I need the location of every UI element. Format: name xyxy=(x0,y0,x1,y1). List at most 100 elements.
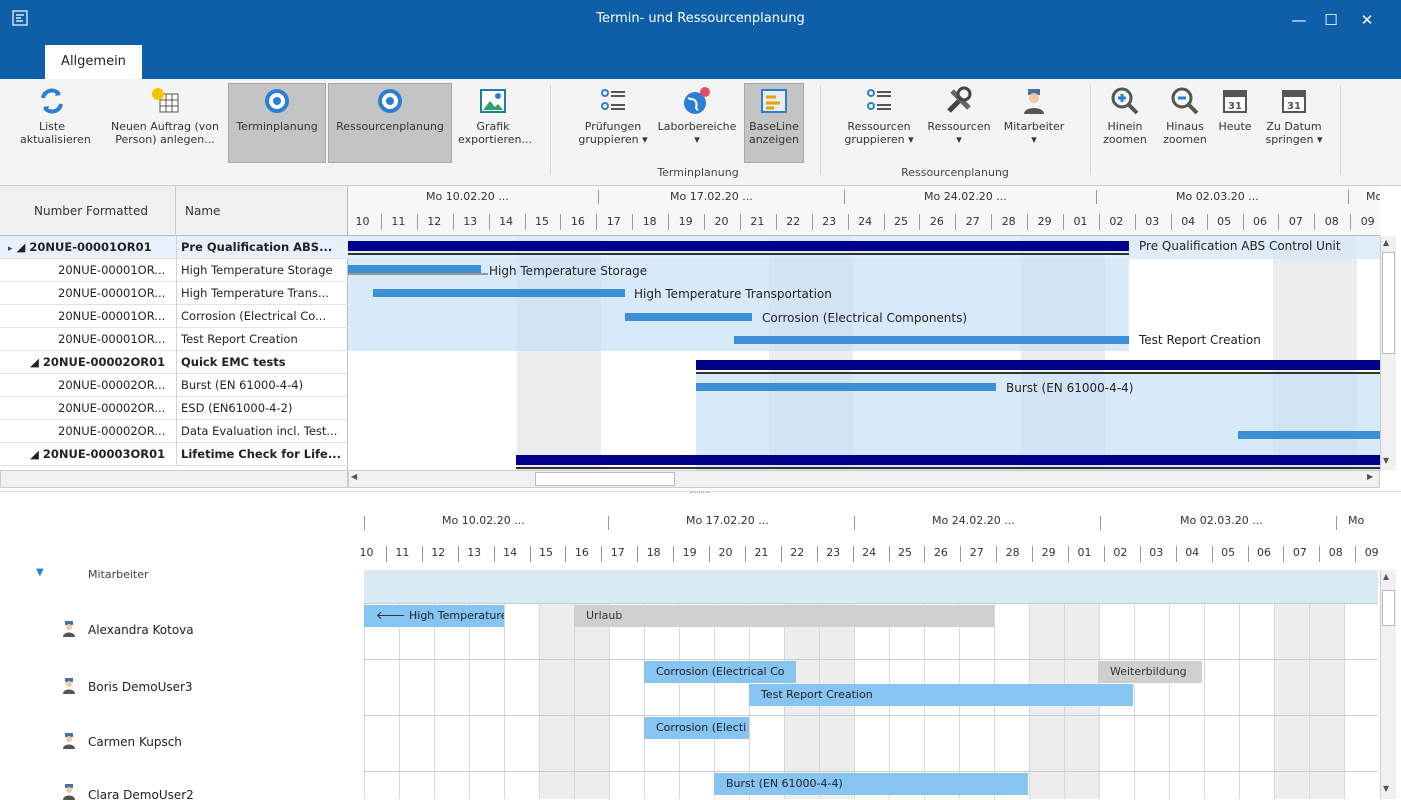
jump-to-date-dropdown[interactable]: 31 Zu Datum springen ▾ xyxy=(1258,84,1330,158)
resources-dropdown[interactable]: Ressourcen ▾ xyxy=(922,84,996,158)
summary-bar[interactable] xyxy=(696,360,1380,370)
day-label: 03 xyxy=(1145,215,1160,228)
table-row[interactable]: ◢ 20NUE-00002OR01 Quick EMC tests xyxy=(0,351,348,374)
table-row[interactable]: 20NUE-00002OR... Burst (EN 61000-4-4) xyxy=(0,374,348,397)
day-label: 12 xyxy=(427,215,442,228)
task-bar[interactable] xyxy=(625,313,752,321)
scroll-left-icon[interactable]: ◀ xyxy=(351,472,357,481)
task-bar[interactable] xyxy=(348,265,481,273)
splitter-grip[interactable] xyxy=(690,492,710,494)
absence-bar[interactable]: Weiterbildung xyxy=(1098,661,1202,683)
resource-booking-bar[interactable]: Corrosion (Electi xyxy=(644,717,749,739)
zoom-in-button[interactable]: Hinein zoomen xyxy=(1100,84,1150,158)
day-label: 20 xyxy=(718,546,733,559)
table-row[interactable]: 20NUE-00001OR... Corrosion (Electrical Co… xyxy=(0,305,348,328)
day-label: 15 xyxy=(535,215,549,228)
day-gridline xyxy=(504,603,505,799)
summary-bar[interactable] xyxy=(348,241,1129,251)
task-bar[interactable] xyxy=(1238,431,1380,439)
new-order-button[interactable]: Neuen Auftrag (von Person) anlegen... xyxy=(104,84,226,158)
table-row[interactable]: ◢ 20NUE-00003OR01 Lifetime Check for Life… xyxy=(0,443,348,466)
day-label: 24 xyxy=(858,215,873,228)
resource-booking-bar[interactable]: 🡐 High Temperature xyxy=(364,605,504,627)
collapse-group-icon[interactable]: ▼ xyxy=(36,567,44,578)
day-separator xyxy=(1139,546,1141,562)
task-label: Burst (EN 61000-4-4) xyxy=(1006,381,1134,395)
today-button[interactable]: 31 Heute xyxy=(1214,84,1256,158)
row-number: 20NUE-00002OR... xyxy=(0,397,177,420)
week-label: Mo 02.03.20 ... xyxy=(1176,190,1259,203)
person-icon xyxy=(63,784,75,800)
task-bar[interactable] xyxy=(734,336,1129,344)
resource-name[interactable]: Carmen Kupsch xyxy=(88,735,182,749)
day-gridline xyxy=(1169,603,1170,799)
scroll-up-icon[interactable]: ▲ xyxy=(1383,238,1389,247)
toggle-terminplanung-button[interactable]: Terminplanung xyxy=(228,83,326,163)
week-separator xyxy=(1096,190,1097,204)
vertical-scrollbar[interactable]: ▲ ▼ xyxy=(1380,236,1396,470)
day-label: 11 xyxy=(391,215,406,228)
row-number: 20NUE-00001OR... xyxy=(0,305,177,328)
resource-booking-bar[interactable]: Corrosion (Electrical Co xyxy=(644,661,796,683)
gantt-chart: Pre Qualification ABS Control Unit High … xyxy=(348,236,1380,470)
scroll-up-icon[interactable]: ▲ xyxy=(1383,572,1389,581)
row-divider xyxy=(364,659,1378,660)
day-label: 05 xyxy=(1217,215,1232,228)
close-button[interactable]: ✕ xyxy=(1352,8,1382,32)
day-separator xyxy=(1283,546,1285,562)
scrollbar-thumb[interactable] xyxy=(1382,252,1395,354)
horizontal-scrollbar[interactable]: ◀ ▶ xyxy=(348,470,1380,488)
scrollbar-thumb[interactable] xyxy=(535,472,675,486)
day-label: 26 xyxy=(929,215,944,228)
refresh-list-button[interactable]: Liste aktualisieren xyxy=(20,84,91,158)
day-separator xyxy=(883,214,885,230)
task-bar[interactable] xyxy=(373,289,625,297)
resource-name[interactable]: Alexandra Kotova xyxy=(88,623,194,637)
table-row[interactable]: 20NUE-00002OR... Data Evaluation incl. Te… xyxy=(0,420,348,443)
task-bar[interactable] xyxy=(696,383,996,391)
resource-name[interactable]: Boris DemoUser3 xyxy=(88,680,193,694)
lab-areas-dropdown[interactable]: Laborbereiche ▾ xyxy=(652,84,742,158)
day-gridline xyxy=(539,603,540,799)
task-label: Pre Qualification ABS Control Unit xyxy=(1139,239,1341,253)
day-separator xyxy=(385,546,387,562)
resource-name[interactable]: Clara DemoUser2 xyxy=(88,788,194,799)
maximize-button[interactable]: ☐ xyxy=(1316,8,1346,32)
toggle-baseline-button[interactable]: BaseLine anzeigen xyxy=(744,83,804,163)
export-graphic-label: Grafik exportieren... xyxy=(458,120,532,146)
vertical-scrollbar[interactable]: ▲ ▼ xyxy=(1380,570,1396,799)
table-row[interactable]: 20NUE-00001OR... High Temperature Storage xyxy=(0,259,348,282)
scroll-right-icon[interactable]: ▶ xyxy=(1367,472,1373,481)
minimize-button[interactable]: — xyxy=(1284,8,1314,32)
row-number: 20NUE-00002OR... xyxy=(0,374,177,397)
absence-bar[interactable]: Urlaub xyxy=(574,605,994,627)
group-resources-dropdown[interactable]: Ressourcen gruppieren ▾ xyxy=(840,84,918,158)
panel-splitter[interactable] xyxy=(0,491,1401,499)
day-separator xyxy=(452,214,454,230)
table-row[interactable]: 20NUE-00001OR... High Temperature Trans..… xyxy=(0,282,348,305)
column-header-name[interactable]: Name xyxy=(177,186,347,236)
export-graphic-button[interactable]: Grafik exportieren... xyxy=(458,84,532,158)
table-row[interactable]: 20NUE-00002OR... ESD (EN61000-4-2) xyxy=(0,397,348,420)
table-row[interactable]: ▸ ◢ 20NUE-00001OR01 Pre Qualification ABS… xyxy=(0,236,348,259)
row-divider xyxy=(364,603,1378,604)
column-header-number[interactable]: Number Formatted xyxy=(26,186,176,236)
table-row[interactable]: 20NUE-00001OR... Test Report Creation xyxy=(0,328,348,351)
employees-dropdown[interactable]: Mitarbeiter ▾ xyxy=(998,84,1070,158)
day-label: 12 xyxy=(431,546,446,559)
tab-allgemein[interactable]: Allgemein xyxy=(45,45,142,79)
zoom-out-button[interactable]: Hinaus zoomen xyxy=(1156,84,1214,158)
scrollbar-thumb[interactable] xyxy=(1382,590,1395,626)
day-separator xyxy=(673,546,675,562)
group-tests-dropdown[interactable]: Prüfungen gruppieren ▾ xyxy=(578,84,648,158)
day-gridline xyxy=(644,603,645,799)
scroll-down-icon[interactable]: ▼ xyxy=(1383,784,1389,793)
toggle-ressourcenplanung-button[interactable]: Ressourcenplanung xyxy=(328,83,452,163)
resource-booking-bar[interactable]: Burst (EN 61000-4-4) xyxy=(714,773,1028,795)
row-name: Burst (EN 61000-4-4) xyxy=(181,378,304,392)
grid-horizontal-scrollbar[interactable] xyxy=(0,470,348,488)
resource-booking-bar[interactable]: Test Report Creation xyxy=(749,684,1133,706)
summary-bar[interactable] xyxy=(516,455,1380,465)
scroll-down-icon[interactable]: ▼ xyxy=(1383,456,1389,465)
grid-header: Number Formatted Name xyxy=(0,186,348,236)
